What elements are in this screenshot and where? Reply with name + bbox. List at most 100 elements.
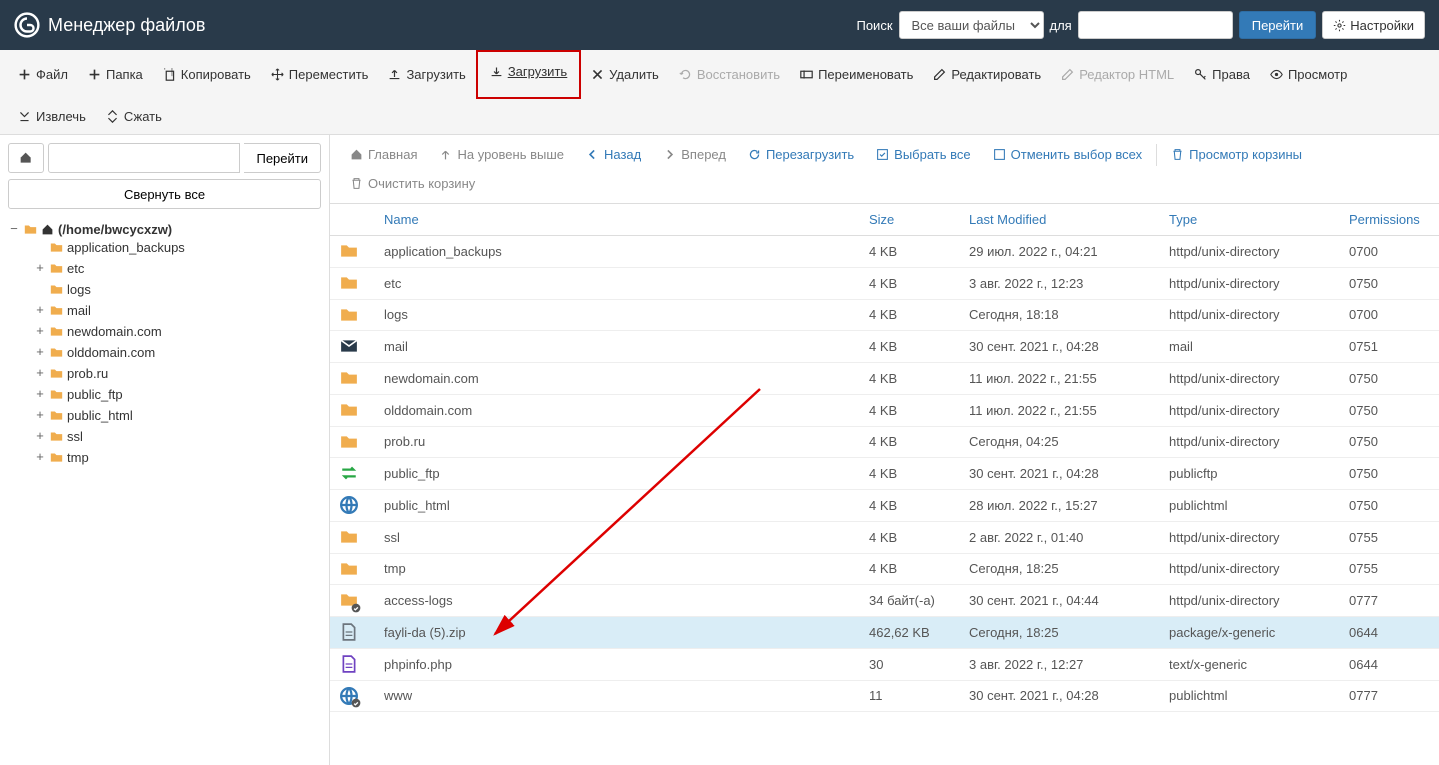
table-row[interactable]: fayli-da (5).zip 462,62 KB Сегодня, 18:2… (330, 617, 1439, 649)
extract-button[interactable]: Извлечь (8, 99, 96, 134)
view-button[interactable]: Просмотр (1260, 57, 1357, 92)
table-row[interactable]: olddomain.com 4 KB 11 июл. 2022 г., 21:5… (330, 394, 1439, 426)
table-row[interactable]: tmp 4 KB Сегодня, 18:25 httpd/unix-direc… (330, 553, 1439, 585)
col-size-header[interactable]: Size (859, 204, 959, 236)
compress-button[interactable]: Сжать (96, 99, 172, 134)
search-scope-select[interactable]: Все ваши файлы (899, 11, 1044, 39)
search-go-button[interactable]: Перейти (1239, 11, 1317, 39)
path-go-button[interactable]: Перейти (244, 143, 321, 173)
cell-modified: 30 сент. 2021 г., 04:28 (959, 680, 1159, 712)
table-row[interactable]: public_ftp 4 KB 30 сент. 2021 г., 04:28 … (330, 458, 1439, 490)
tree-item[interactable]: application_backups (34, 240, 321, 255)
tree-expand-icon[interactable] (34, 240, 46, 255)
table-row[interactable]: prob.ru 4 KB Сегодня, 04:25 httpd/unix-d… (330, 426, 1439, 458)
table-row[interactable]: public_html 4 KB 28 июл. 2022 г., 15:27 … (330, 490, 1439, 522)
tree-collapse-icon[interactable]: − (8, 222, 20, 237)
nav-empty-trash-button[interactable]: Очистить корзину (340, 170, 485, 197)
table-row[interactable]: mail 4 KB 30 сент. 2021 г., 04:28 mail 0… (330, 331, 1439, 363)
cell-type: mail (1159, 331, 1339, 363)
tree-expand-icon[interactable]: + (34, 345, 46, 360)
download-label: Загрузить (508, 64, 567, 79)
check-icon (876, 148, 889, 161)
tree-expand-icon[interactable]: + (34, 303, 46, 318)
download-button[interactable]: Загрузить (480, 54, 577, 89)
search-input[interactable] (1078, 11, 1233, 39)
tree-root[interactable]: − (/home/bwcycxzw) (8, 222, 321, 237)
table-row[interactable]: newdomain.com 4 KB 11 июл. 2022 г., 21:5… (330, 363, 1439, 395)
folder-icon (340, 433, 358, 451)
table-row[interactable]: www 11 30 сент. 2021 г., 04:28 publichtm… (330, 680, 1439, 712)
tree-expand-icon[interactable]: + (34, 450, 46, 465)
col-modified-header[interactable]: Last Modified (959, 204, 1159, 236)
tree-expand-icon[interactable]: + (34, 387, 46, 402)
tree-expand-icon[interactable]: + (34, 261, 46, 276)
tree-item[interactable]: logs (34, 282, 321, 297)
cell-size: 34 байт(-а) (859, 585, 959, 617)
collapse-all-button[interactable]: Свернуть все (8, 179, 321, 209)
table-row[interactable]: logs 4 KB Сегодня, 18:18 httpd/unix-dire… (330, 299, 1439, 331)
table-row[interactable]: phpinfo.php 30 3 авг. 2022 г., 12:27 tex… (330, 648, 1439, 680)
tree-expand-icon[interactable]: + (34, 408, 46, 423)
home-button[interactable] (8, 143, 44, 173)
tree-item[interactable]: + newdomain.com (34, 324, 321, 339)
cell-type: httpd/unix-directory (1159, 267, 1339, 299)
html-editor-button[interactable]: Редактор HTML (1051, 57, 1184, 92)
nav-up-button[interactable]: На уровень выше (429, 141, 574, 168)
nav-view-trash-button[interactable]: Просмотр корзины (1161, 141, 1312, 168)
tree-item[interactable]: + olddomain.com (34, 345, 321, 360)
delete-button[interactable]: Удалить (581, 57, 669, 92)
tree-item[interactable]: + etc (34, 261, 321, 276)
nav-forward-button[interactable]: Вперед (653, 141, 736, 168)
plus-icon (88, 68, 101, 81)
nav-deselect-all-button[interactable]: Отменить выбор всех (983, 141, 1153, 168)
upload-button[interactable]: Загрузить (378, 57, 475, 92)
cell-size: 4 KB (859, 458, 959, 490)
cell-name: mail (374, 331, 859, 363)
tree-expand-icon[interactable] (34, 282, 46, 297)
rename-button[interactable]: Переименовать (790, 57, 923, 92)
tree-item-label: newdomain.com (67, 324, 162, 339)
cell-modified: 11 июл. 2022 г., 21:55 (959, 363, 1159, 395)
compress-label: Сжать (124, 109, 162, 124)
tree-expand-icon[interactable]: + (34, 366, 46, 381)
tree-item[interactable]: + prob.ru (34, 366, 321, 381)
table-row[interactable]: etc 4 KB 3 авг. 2022 г., 12:23 httpd/uni… (330, 267, 1439, 299)
tree-item[interactable]: + tmp (34, 450, 321, 465)
nav-home-button[interactable]: Главная (340, 141, 427, 168)
tree-item[interactable]: + public_html (34, 408, 321, 423)
edit-button[interactable]: Редактировать (923, 57, 1051, 92)
folder-icon (50, 304, 63, 317)
col-name-header[interactable]: Name (374, 204, 859, 236)
restore-button[interactable]: Восстановить (669, 57, 790, 92)
col-icon[interactable] (330, 204, 374, 236)
tree-item[interactable]: + ssl (34, 429, 321, 444)
new-file-button[interactable]: Файл (8, 57, 78, 92)
cell-type: httpd/unix-directory (1159, 363, 1339, 395)
tree-item[interactable]: + public_ftp (34, 387, 321, 402)
nav-reload-label: Перезагрузить (766, 147, 854, 162)
settings-button[interactable]: Настройки (1322, 11, 1425, 39)
tree-expand-icon[interactable]: + (34, 324, 46, 339)
col-perms-header[interactable]: Permissions (1339, 204, 1439, 236)
move-button[interactable]: Переместить (261, 57, 379, 92)
cell-name: public_ftp (374, 458, 859, 490)
tree-item-label: public_html (67, 408, 133, 423)
tree-item[interactable]: + mail (34, 303, 321, 318)
nav-select-all-button[interactable]: Выбрать все (866, 141, 980, 168)
cell-modified: 2 авг. 2022 г., 01:40 (959, 521, 1159, 553)
table-row[interactable]: application_backups 4 KB 29 июл. 2022 г.… (330, 236, 1439, 268)
nav-back-button[interactable]: Назад (576, 141, 651, 168)
cell-modified: 11 июл. 2022 г., 21:55 (959, 394, 1159, 426)
table-row[interactable]: access-logs 34 байт(-а) 30 сент. 2021 г.… (330, 585, 1439, 617)
tree-expand-icon[interactable]: + (34, 429, 46, 444)
new-folder-button[interactable]: Папка (78, 57, 153, 92)
cell-size: 4 KB (859, 363, 959, 395)
path-input[interactable] (48, 143, 240, 173)
nav-reload-button[interactable]: Перезагрузить (738, 141, 864, 168)
permissions-button[interactable]: Права (1184, 57, 1260, 92)
copy-button[interactable]: Копировать (153, 57, 261, 92)
tree-item-label: etc (67, 261, 84, 276)
col-type-header[interactable]: Type (1159, 204, 1339, 236)
cell-name: logs (374, 299, 859, 331)
table-row[interactable]: ssl 4 KB 2 авг. 2022 г., 01:40 httpd/uni… (330, 521, 1439, 553)
